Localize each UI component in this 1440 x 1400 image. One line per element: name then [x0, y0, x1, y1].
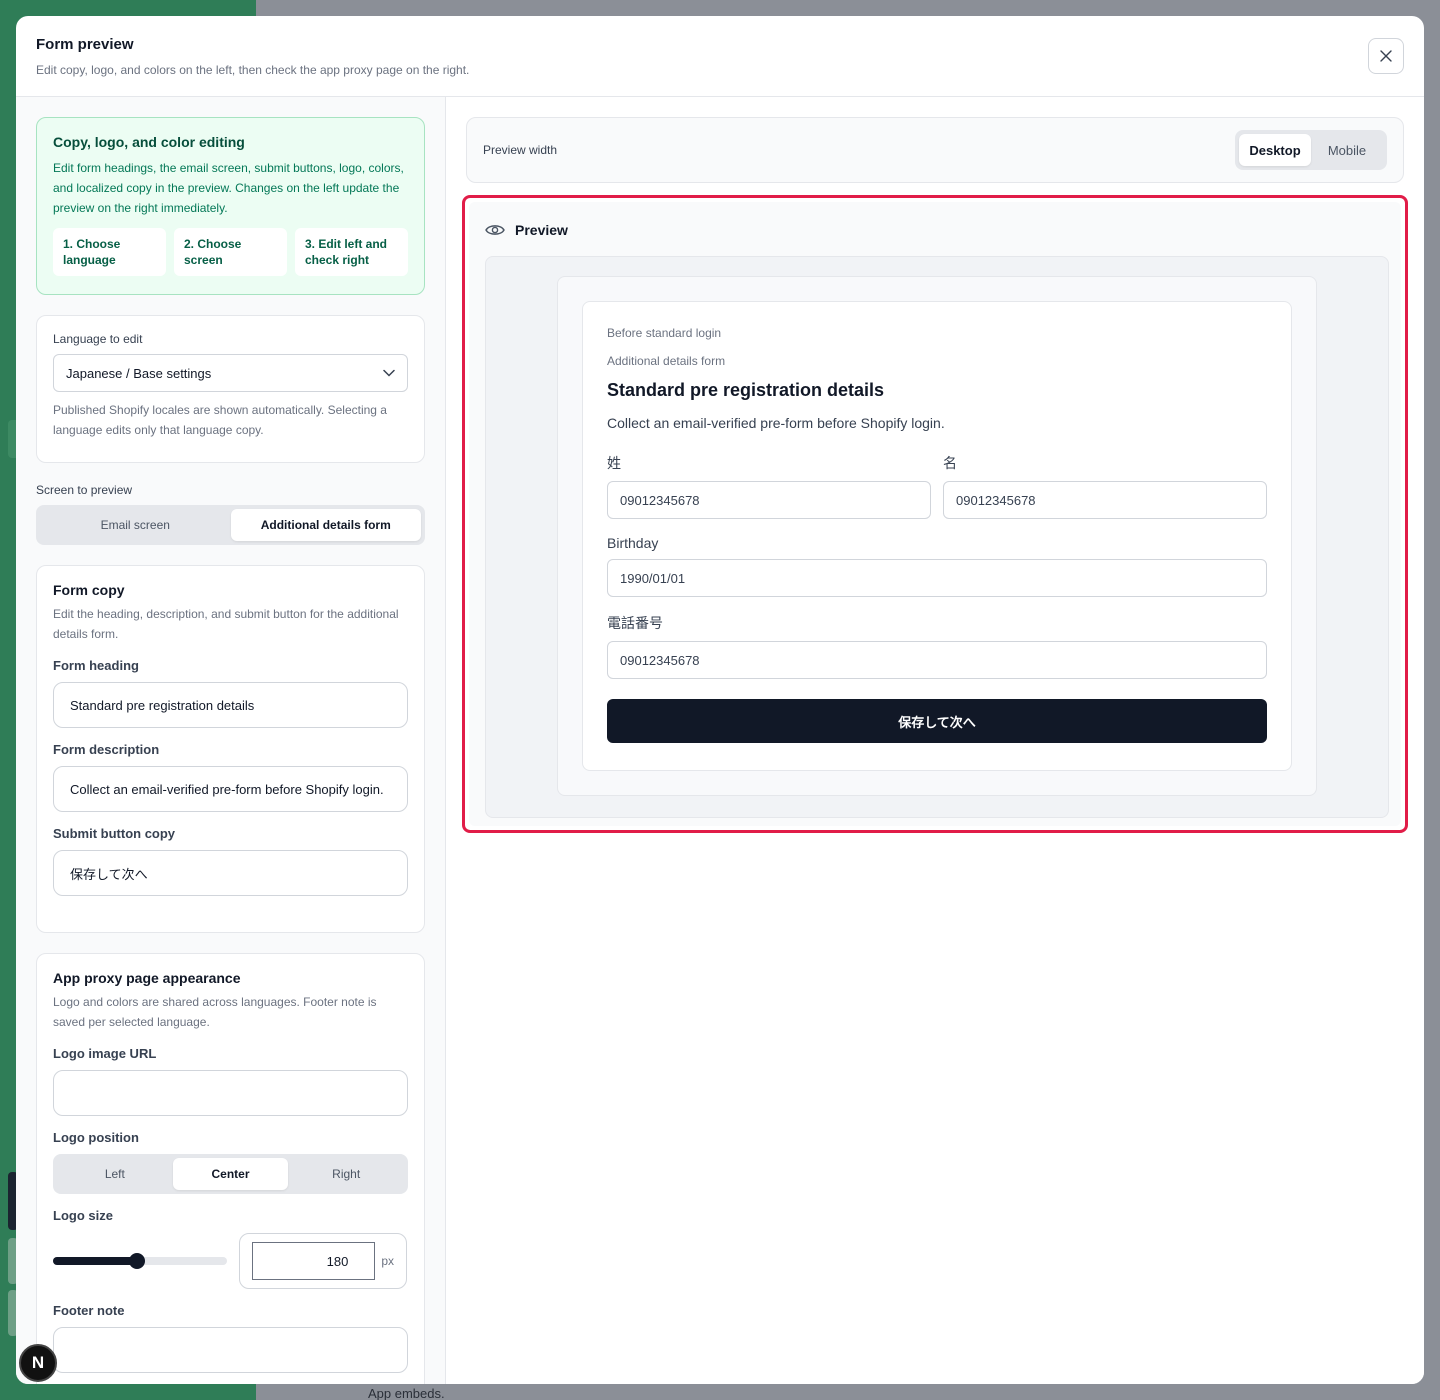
preview-pane: Preview width Desktop Mobile Preview Bef…: [446, 97, 1424, 1384]
desktop-button[interactable]: Desktop: [1239, 134, 1311, 166]
modal-header: Form preview Edit copy, logo, and colors…: [16, 16, 1424, 97]
eye-icon: [485, 225, 505, 235]
preview-description: Collect an email-verified pre-form befor…: [607, 415, 945, 431]
chevron-down-icon: [383, 369, 395, 377]
logo-position-right[interactable]: Right: [288, 1158, 404, 1190]
form-copy-card: Form copy Edit the heading, description,…: [36, 565, 425, 933]
birthday-label: Birthday: [607, 535, 659, 551]
editor-pane: Copy, logo, and color editing Edit form …: [16, 97, 446, 1384]
modal-body: Copy, logo, and color editing Edit form …: [16, 97, 1424, 1384]
preview-width-label: Preview width: [483, 143, 558, 157]
save-and-next-button[interactable]: 保存して次へ: [607, 699, 1267, 743]
slider-fill: [53, 1257, 137, 1265]
preview-eyebrow: Before standard login: [607, 326, 722, 340]
info-title: Copy, logo, and color editing: [53, 134, 245, 150]
footer-note-input[interactable]: [53, 1327, 408, 1373]
preview-panel: Preview Before standard login Additional…: [469, 202, 1401, 826]
step-2: 2. Choose screen: [174, 228, 287, 276]
submit-copy-input[interactable]: 保存して次へ: [53, 850, 408, 896]
preview-header: Preview: [485, 222, 568, 238]
preview-title: Preview: [515, 222, 568, 238]
last-name-input[interactable]: 09012345678: [607, 481, 931, 519]
footer-note-label: Footer note: [53, 1303, 125, 1318]
appearance-card: App proxy page appearance Logo and color…: [36, 953, 425, 1384]
language-select-value: Japanese / Base settings: [66, 365, 212, 381]
preview-form: Before standard login Additional details…: [582, 301, 1292, 771]
form-copy-desc: Edit the heading, description, and submi…: [53, 607, 399, 641]
phone-input[interactable]: 09012345678: [607, 641, 1267, 679]
info-card: Copy, logo, and color editing Edit form …: [36, 117, 425, 295]
preview-page: Before standard login Additional details…: [557, 276, 1317, 796]
tab-additional-details-form[interactable]: Additional details form: [230, 509, 421, 541]
logo-size-label: Logo size: [53, 1208, 113, 1223]
name-row: 姓 09012345678 名 09012345678: [607, 453, 1267, 519]
logo-size-slider[interactable]: [53, 1253, 227, 1269]
device-toggle: Desktop Mobile: [1235, 130, 1387, 170]
steps: 1. Choose language 2. Choose screen 3. E…: [53, 228, 408, 276]
language-card: Language to edit Japanese / Base setting…: [36, 315, 425, 463]
last-name-field: 姓 09012345678: [607, 453, 931, 519]
last-name-label: 姓: [607, 455, 621, 471]
logo-size-unit: px: [381, 1254, 394, 1268]
slider-thumb[interactable]: [128, 1253, 145, 1269]
dev-badge[interactable]: N: [19, 1344, 57, 1382]
step-1: 1. Choose language: [53, 228, 166, 276]
logo-position-left[interactable]: Left: [57, 1158, 173, 1190]
preview-canvas: Before standard login Additional details…: [485, 256, 1389, 818]
appearance-title: App proxy page appearance: [53, 970, 241, 986]
language-label: Language to edit: [53, 332, 143, 346]
form-description-input[interactable]: Collect an email-verified pre-form befor…: [53, 766, 408, 812]
screen-toggle: Email screen Additional details form: [36, 505, 425, 545]
logo-size-input[interactable]: 180: [252, 1242, 376, 1280]
modal-title: Form preview: [36, 36, 134, 53]
close-button[interactable]: [1368, 38, 1404, 74]
logo-position-label: Logo position: [53, 1130, 139, 1145]
preview-width-bar: Preview width Desktop Mobile: [466, 117, 1404, 183]
background-text: App embeds.: [368, 1386, 445, 1400]
first-name-label: 名: [943, 455, 957, 471]
birthday-field: Birthday 1990/01/01: [607, 535, 1267, 597]
tab-email-screen[interactable]: Email screen: [40, 509, 231, 541]
logo-position-toggle: Left Center Right: [53, 1154, 408, 1194]
form-copy-title: Form copy: [53, 582, 125, 598]
first-name-field: 名 09012345678: [943, 453, 1267, 519]
modal-subtitle: Edit copy, logo, and colors on the left,…: [36, 63, 470, 77]
mobile-button[interactable]: Mobile: [1311, 134, 1383, 166]
preview-highlight: Preview Before standard login Additional…: [462, 195, 1408, 833]
preview-form-type: Additional details form: [607, 354, 726, 368]
logo-url-input[interactable]: [53, 1070, 408, 1116]
logo-size-number-field: 180 px: [239, 1233, 407, 1289]
form-description-label: Form description: [53, 742, 160, 757]
screen-label: Screen to preview: [36, 483, 133, 497]
phone-field: 電話番号 09012345678: [607, 613, 1267, 679]
form-heading-input[interactable]: Standard pre registration details: [53, 682, 408, 728]
form-preview-modal: Form preview Edit copy, logo, and colors…: [16, 16, 1424, 1384]
logo-url-label: Logo image URL: [53, 1046, 157, 1061]
step-3: 3. Edit left and check right: [295, 228, 408, 276]
logo-position-center[interactable]: Center: [172, 1158, 289, 1190]
submit-copy-label: Submit button copy: [53, 826, 176, 841]
appearance-desc: Logo and colors are shared across langua…: [53, 995, 377, 1029]
phone-label: 電話番号: [607, 615, 663, 631]
first-name-input[interactable]: 09012345678: [943, 481, 1267, 519]
birthday-input[interactable]: 1990/01/01: [607, 559, 1267, 597]
close-icon: [1380, 50, 1392, 62]
language-select[interactable]: Japanese / Base settings: [53, 354, 408, 392]
form-heading-label: Form heading: [53, 658, 139, 673]
preview-heading: Standard pre registration details: [607, 380, 885, 400]
logo-size-row: 180 px: [53, 1233, 408, 1289]
info-text: Edit form headings, the email screen, su…: [53, 161, 404, 215]
language-help: Published Shopify locales are shown auto…: [53, 403, 387, 437]
